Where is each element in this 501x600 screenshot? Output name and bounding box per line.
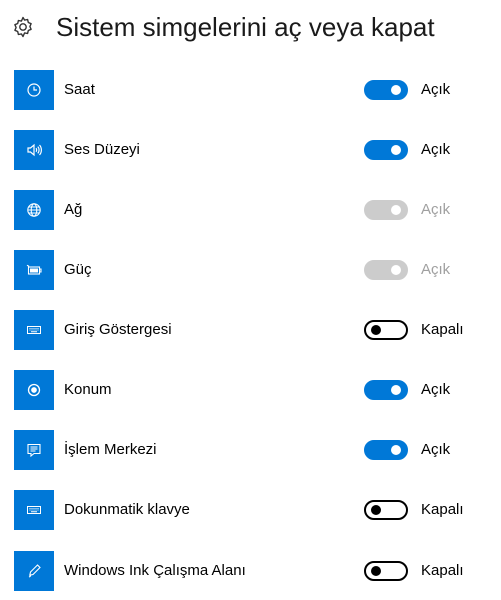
battery-icon xyxy=(14,250,54,290)
item-label: Windows Ink Çalışma Alanı xyxy=(64,562,246,579)
toggle-state-label: Açık xyxy=(421,441,451,458)
power-toggle xyxy=(364,260,408,280)
toggle-knob xyxy=(371,505,381,515)
list-item-power: Güç Açık xyxy=(0,250,501,290)
list-item-touch-keyboard: Dokunmatik klavye Kapalı xyxy=(0,490,501,530)
list-item-action-center: İşlem Merkezi Açık xyxy=(0,430,501,470)
item-label: İşlem Merkezi xyxy=(64,441,157,458)
list-item-input-indicator: Giriş Göstergesi Kapalı xyxy=(0,310,501,350)
toggle-state-label: Kapalı xyxy=(421,501,464,518)
volume-toggle[interactable] xyxy=(364,140,408,160)
toggle-state-label: Açık xyxy=(421,81,451,98)
item-label: Ağ xyxy=(64,201,83,218)
gear-icon xyxy=(11,15,35,39)
input-indicator-toggle[interactable] xyxy=(364,320,408,340)
list-item-volume: Ses Düzeyi Açık xyxy=(0,130,501,170)
clock-toggle[interactable] xyxy=(364,80,408,100)
location-icon xyxy=(14,370,54,410)
touch-keyboard-icon xyxy=(14,490,54,530)
toggle-knob xyxy=(391,205,401,215)
toggle-state-label: Kapalı xyxy=(421,321,464,338)
toggle-state-label: Açık xyxy=(421,201,451,218)
network-toggle xyxy=(364,200,408,220)
pen-icon xyxy=(14,551,54,591)
item-label: Konum xyxy=(64,381,112,398)
item-label: Güç xyxy=(64,261,92,278)
item-label: Giriş Göstergesi xyxy=(64,321,172,338)
list-item-windows-ink: Windows Ink Çalışma Alanı Kapalı xyxy=(0,551,501,591)
toggle-state-label: Açık xyxy=(421,381,451,398)
toggle-state-label: Kapalı xyxy=(421,562,464,579)
list-item-clock: Saat Açık xyxy=(0,70,501,110)
network-globe-icon xyxy=(14,190,54,230)
clock-icon xyxy=(14,70,54,110)
page-title: Sistem simgelerini aç veya kapat xyxy=(56,12,435,42)
touch-keyboard-toggle[interactable] xyxy=(364,500,408,520)
toggle-knob xyxy=(391,85,401,95)
toggle-knob xyxy=(371,566,381,576)
item-label: Ses Düzeyi xyxy=(64,141,140,158)
action-center-icon xyxy=(14,430,54,470)
toggle-knob xyxy=(391,145,401,155)
list-item-network: Ağ Açık xyxy=(0,190,501,230)
toggle-knob xyxy=(391,385,401,395)
toggle-state-label: Açık xyxy=(421,141,451,158)
list-item-location: Konum Açık xyxy=(0,370,501,410)
action-center-toggle[interactable] xyxy=(364,440,408,460)
item-label: Dokunmatik klavye xyxy=(64,501,190,518)
toggle-knob xyxy=(391,445,401,455)
location-toggle[interactable] xyxy=(364,380,408,400)
toggle-knob xyxy=(371,325,381,335)
keyboard-icon xyxy=(14,310,54,350)
item-label: Saat xyxy=(64,81,95,98)
windows-ink-toggle[interactable] xyxy=(364,561,408,581)
toggle-state-label: Açık xyxy=(421,261,451,278)
volume-icon xyxy=(14,130,54,170)
page-header: Sistem simgelerini aç veya kapat xyxy=(0,0,501,56)
toggle-knob xyxy=(391,265,401,275)
